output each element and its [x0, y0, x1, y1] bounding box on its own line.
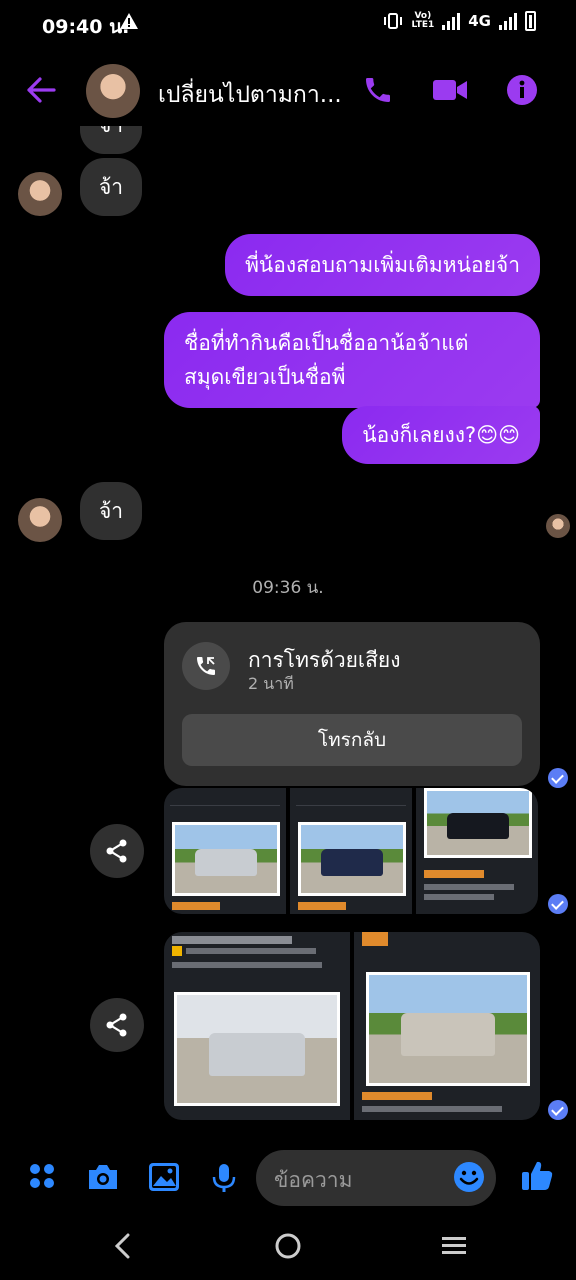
incoming-message[interactable]: จ้า: [80, 158, 142, 216]
system-nav-bar: [0, 1214, 576, 1280]
outgoing-message[interactable]: น้องก็เลยงง?😊😊: [342, 406, 540, 464]
outgoing-message[interactable]: พี่น้องสอบถามเพิ่มเติมหน่อยจ้า: [225, 234, 540, 296]
gallery-icon[interactable]: [148, 1162, 180, 1196]
message-input-placeholder: ข้อความ: [274, 1168, 353, 1192]
phone-call-icon[interactable]: [362, 74, 394, 110]
sender-avatar[interactable]: [18, 172, 62, 216]
emoji-icon[interactable]: [452, 1160, 486, 1198]
like-thumb-icon[interactable]: [520, 1158, 554, 1196]
nav-home-icon[interactable]: [274, 1232, 302, 1264]
message-composer: ข้อความ: [0, 1142, 576, 1214]
missed-call-icon: [182, 642, 230, 690]
signal-icon: [442, 12, 461, 30]
info-icon[interactable]: [506, 74, 538, 110]
apps-icon[interactable]: [28, 1162, 56, 1194]
back-arrow-icon[interactable]: [26, 76, 56, 108]
contact-avatar[interactable]: [86, 64, 140, 118]
incoming-message[interactable]: จ้า: [80, 482, 142, 540]
photo-thumbnail[interactable]: [290, 788, 412, 914]
warning-icon: [120, 13, 138, 33]
delivered-check-icon: [548, 894, 568, 914]
photo-thumbnail[interactable]: [354, 932, 540, 1120]
share-icon: [106, 839, 127, 863]
message-list[interactable]: จ้า จ้า พี่น้องสอบถามเพิ่มเติมหน่อยจ้า ช…: [0, 126, 576, 1126]
incoming-message-partial[interactable]: จ้า: [80, 126, 142, 154]
message-text: จ้า: [98, 174, 124, 199]
message-text: จ้า: [99, 126, 123, 142]
nav-back-icon[interactable]: [112, 1232, 134, 1264]
chat-header: เปลี่ยนไปตามกา...: [0, 56, 576, 126]
message-text: พี่น้องสอบถามเพิ่มเติมหน่อยจ้า: [245, 253, 520, 277]
delivered-check-icon: [548, 1100, 568, 1120]
message-text-line-1: ชื่อที่ทำกินคือเป็นชื่ออาน้อจ้าแต่: [184, 331, 469, 355]
call-back-button[interactable]: โทรกลับ: [182, 714, 522, 766]
message-text: น้องก็เลยงง?😊😊: [362, 423, 520, 447]
delivered-check-icon: [548, 768, 568, 788]
battery-icon: [525, 11, 536, 31]
nav-recents-icon[interactable]: [440, 1232, 468, 1264]
seen-avatar: [546, 514, 570, 538]
video-call-icon[interactable]: [432, 74, 468, 110]
voice-call-card[interactable]: การโทรด้วยเสียง 2 นาที โทรกลับ: [164, 622, 540, 786]
message-text-line-2: สมุดเขียวเป็นชื่อพี่: [184, 365, 346, 389]
message-text: จ้า: [98, 498, 124, 523]
status-bar: 09:40 น. Vo) LTE1 4G: [0, 0, 576, 48]
share-button[interactable]: [90, 824, 144, 878]
contact-name[interactable]: เปลี่ยนไปตามกา...: [158, 77, 348, 113]
outgoing-message[interactable]: ชื่อที่ทำกินคือเป็นชื่ออาน้อจ้าแต่ สมุดเ…: [164, 312, 540, 408]
vibrate-icon: [384, 13, 403, 29]
call-duration: 2 นาที: [248, 674, 294, 693]
status-time: 09:40 น.: [42, 16, 130, 38]
camera-icon[interactable]: [86, 1162, 120, 1196]
timestamp: 09:36 น.: [252, 578, 324, 598]
volte-label: Vo) LTE1: [411, 11, 435, 30]
share-icon: [106, 1013, 127, 1037]
photo-thumbnail[interactable]: [164, 788, 286, 914]
microphone-icon[interactable]: [210, 1162, 238, 1198]
sender-avatar[interactable]: [18, 498, 62, 542]
signal-icon-2: [499, 12, 517, 30]
message-input[interactable]: ข้อความ: [256, 1150, 496, 1206]
photo-thumbnail[interactable]: [416, 788, 538, 914]
photo-thumbnail[interactable]: [164, 932, 350, 1120]
photo-attachments[interactable]: [164, 932, 540, 1120]
network-type: 4G: [468, 12, 491, 30]
status-icons: Vo) LTE1 4G: [383, 11, 536, 31]
photo-attachments[interactable]: [164, 788, 538, 914]
share-button[interactable]: [90, 998, 144, 1052]
